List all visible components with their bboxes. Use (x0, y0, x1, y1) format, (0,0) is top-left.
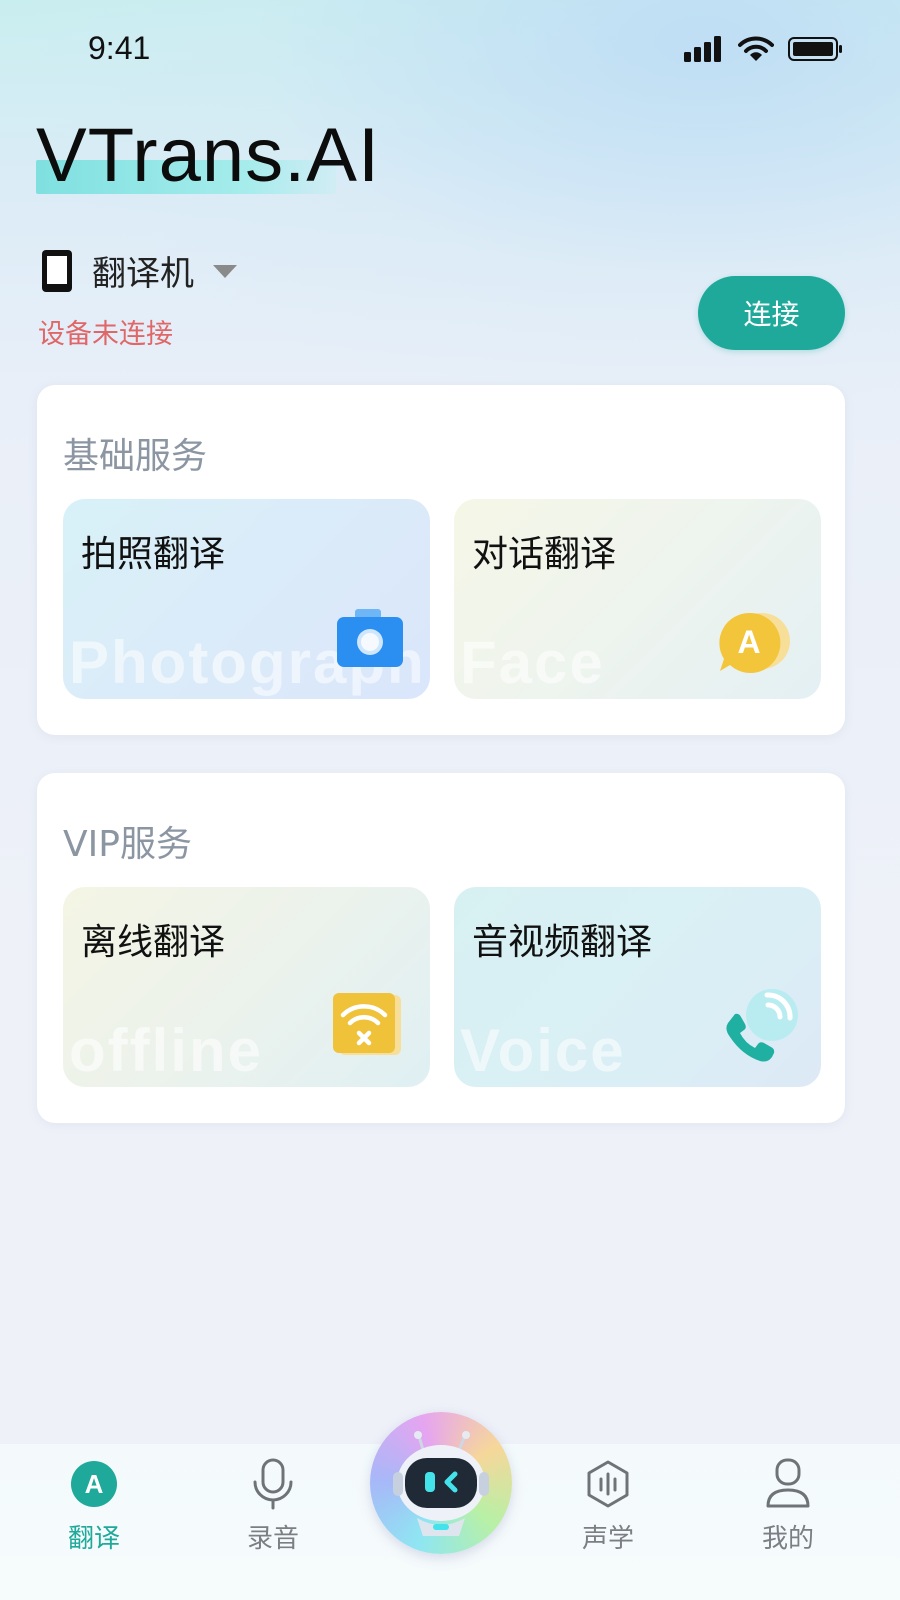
microphone-icon (247, 1458, 299, 1510)
battery-icon (788, 37, 842, 61)
tab-record-label: 录音 (246, 1524, 299, 1554)
device-selector[interactable]: 翻译机 (40, 246, 238, 295)
tab-translate[interactable]: A 翻译 (24, 1444, 164, 1600)
vip-services-panel: VIP服务 offline 离线翻译 Voice 音视频翻译 (37, 773, 845, 1123)
photo-translate-card[interactable]: Photograph 拍照翻译 (63, 499, 430, 699)
device-name: 翻译机 (92, 254, 194, 294)
dialog-translate-card[interactable]: Face 对话翻译 A (454, 499, 821, 699)
av-translate-label: 音视频翻译 (472, 922, 653, 963)
device-status: 设备未连接 (38, 319, 173, 350)
robot-assistant-icon (393, 1431, 489, 1536)
robot-assistant-button[interactable] (370, 1412, 512, 1554)
vip-services-title: VIP服务 (63, 824, 192, 865)
status-time: 9:41 (88, 30, 151, 66)
camera-icon (337, 609, 403, 667)
app-brand: VTrans.AI (36, 113, 381, 198)
basic-services-title: 基础服务 (63, 436, 208, 477)
tab-translate-label: 翻译 (67, 1524, 120, 1554)
translate-icon: A (68, 1458, 120, 1510)
basic-services-panel: 基础服务 Photograph 拍照翻译 Face 对话翻译 A (37, 385, 845, 735)
dialog-watermark: Face (460, 629, 605, 696)
connect-button[interactable]: 连接 (698, 276, 845, 350)
tab-record[interactable]: 录音 (203, 1444, 343, 1600)
tab-profile[interactable]: 我的 (718, 1444, 858, 1600)
offline-watermark: offline (69, 1017, 263, 1084)
chat-a-icon: A (719, 612, 790, 673)
av-watermark: Voice (460, 1017, 626, 1084)
wifi-icon (738, 36, 774, 61)
offline-translate-card[interactable]: offline 离线翻译 (63, 887, 430, 1087)
phone-device-icon (42, 249, 72, 292)
status-bar: 9:41 (0, 0, 900, 100)
av-translate-card[interactable]: Voice 音视频翻译 (454, 887, 821, 1087)
signal-icon (684, 36, 721, 62)
acoustics-icon (582, 1458, 634, 1510)
svg-text:A: A (85, 1469, 104, 1499)
wifi-off-icon (333, 993, 401, 1055)
svg-text:A: A (737, 624, 760, 660)
tab-acoustics[interactable]: 声学 (538, 1444, 678, 1600)
tab-profile-label: 我的 (761, 1524, 814, 1554)
profile-icon (762, 1458, 814, 1510)
status-icons (684, 36, 844, 62)
tab-acoustics-label: 声学 (581, 1524, 634, 1554)
offline-translate-label: 离线翻译 (81, 922, 226, 963)
photo-translate-label: 拍照翻译 (81, 534, 226, 575)
chevron-down-icon[interactable] (212, 263, 238, 279)
phone-call-icon (726, 989, 798, 1062)
dialog-translate-label: 对话翻译 (472, 534, 617, 575)
